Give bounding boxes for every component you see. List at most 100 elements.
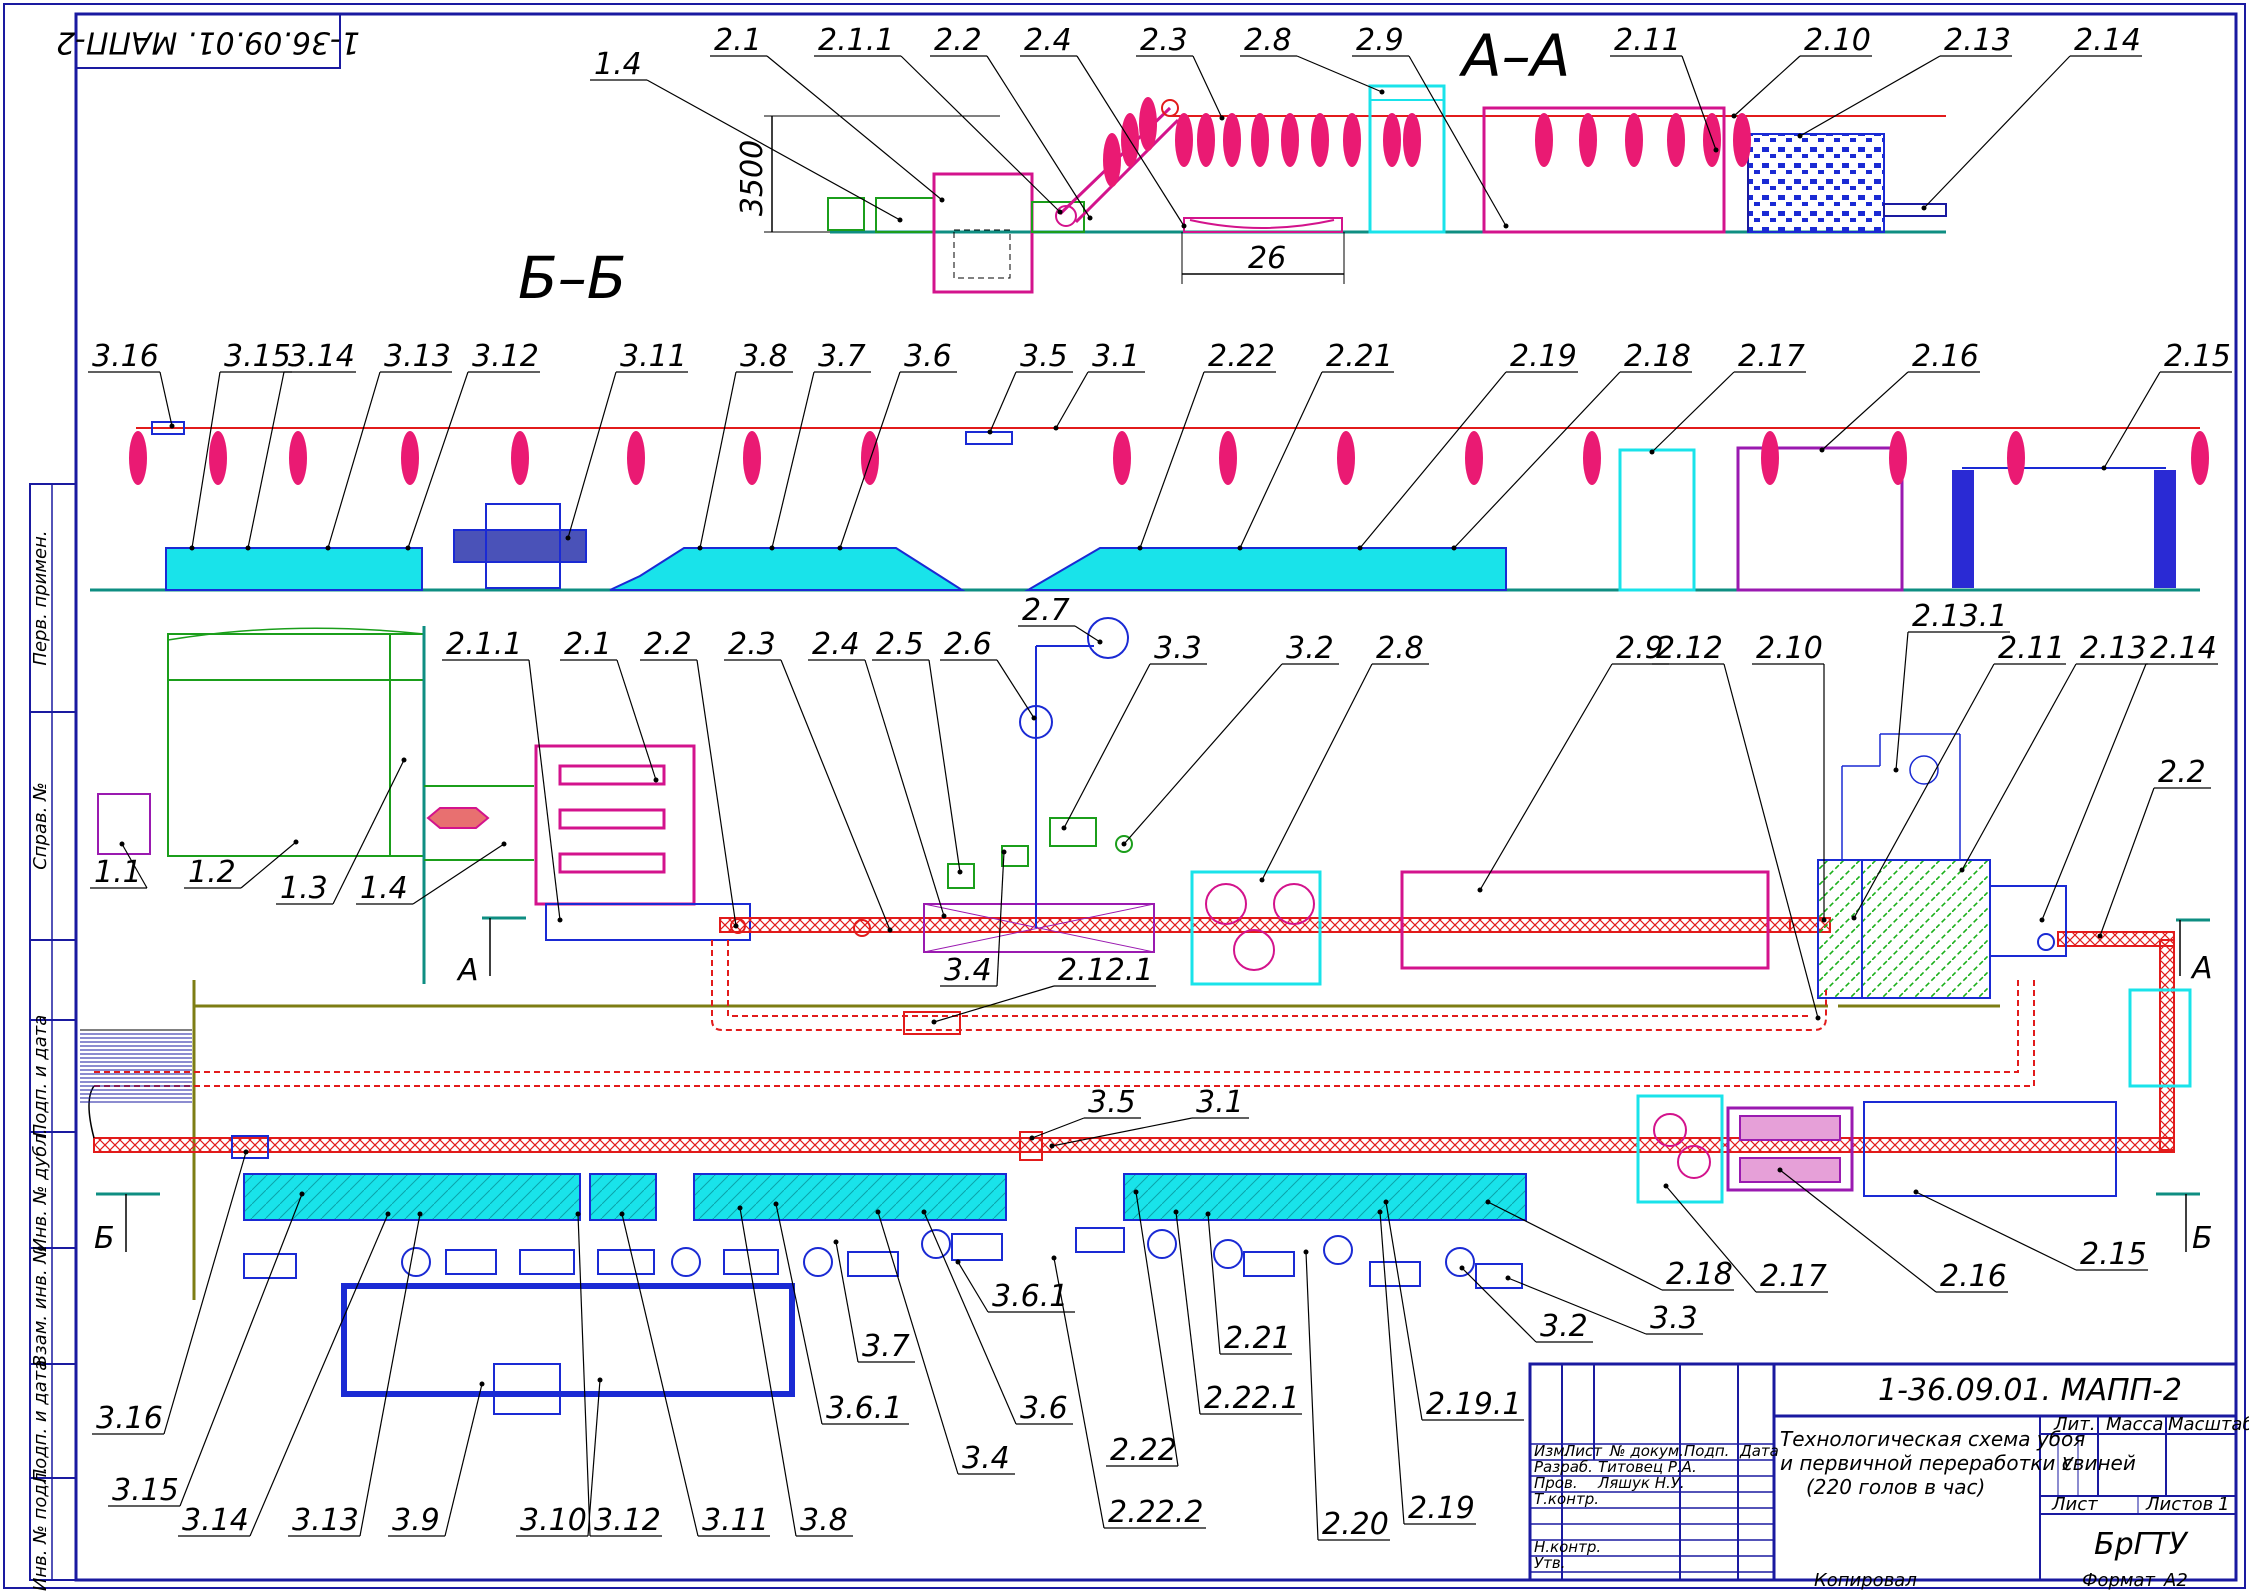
position-label-2-15: 2.15 xyxy=(2080,1237,2147,1272)
position-label-2-3: 2.3 xyxy=(728,627,776,662)
leader-dot xyxy=(245,545,251,551)
stamp-1: Справ. № xyxy=(30,782,51,870)
tb-code: 1-36.09.01. МАПП-2 xyxy=(1878,1373,2182,1408)
leader-dot xyxy=(733,923,739,929)
equipment-box xyxy=(1369,1261,1421,1287)
position-label-2-16: 2.16 xyxy=(1940,1259,2007,1294)
leader-dot xyxy=(501,841,507,847)
equipment-circle xyxy=(1323,1235,1353,1265)
leader-line xyxy=(1123,663,1283,845)
leader-line xyxy=(1261,663,1373,881)
leader-line xyxy=(621,1213,699,1537)
leader-dot xyxy=(1663,1183,1669,1189)
leader-line xyxy=(989,371,1017,433)
carcass-icon xyxy=(1889,431,1907,485)
leader-line xyxy=(163,1151,247,1435)
leader-dot xyxy=(1451,545,1457,551)
position-label-2-21: 2.21 xyxy=(1224,1321,1291,1356)
leader-dot xyxy=(833,1239,839,1245)
position-label-3-13: 3.13 xyxy=(292,1503,359,1538)
leader-dot xyxy=(1819,447,1825,453)
position-label-2-22-1: 2.22.1 xyxy=(1204,1381,1299,1416)
leader-line xyxy=(1076,55,1185,227)
leader-line xyxy=(1379,1211,1405,1525)
carcass-icon xyxy=(1223,113,1241,167)
leader-line xyxy=(359,1213,421,1537)
position-label-2-1: 2.1 xyxy=(564,627,612,662)
leader-dot xyxy=(1959,867,1965,873)
leader-line xyxy=(2099,787,2155,937)
section-aa-title: А–А xyxy=(1458,22,1570,90)
section-aa: А–А 3500 26 xyxy=(735,22,1947,294)
leader-line xyxy=(646,79,901,221)
stamp-2: Подп. и дата xyxy=(30,1015,51,1138)
leader-line xyxy=(159,371,173,427)
side-stamp: Перв. примен. Справ. № Подп. и дата Инв.… xyxy=(29,483,77,1591)
leader-line xyxy=(1175,1211,1201,1415)
position-label-3-2: 3.2 xyxy=(1286,631,1334,666)
leader-dot xyxy=(1485,1199,1491,1205)
leader-dot xyxy=(2101,465,2107,471)
leader-line xyxy=(1055,371,1089,429)
leader-dot xyxy=(875,1209,881,1215)
process-drawing: 1-36.09.01. МАПП-2 Перв. примен. Справ. … xyxy=(3,3,2249,1591)
inner-frame xyxy=(74,12,2238,1582)
position-label-3-6: 3.6 xyxy=(1020,1391,1068,1426)
leader-line xyxy=(327,371,381,549)
carcass-icon xyxy=(1403,113,1421,167)
position-label-2-12-1: 2.12.1 xyxy=(1058,953,1153,988)
position-label-2-19: 2.19 xyxy=(1408,1491,1475,1526)
leader-dot xyxy=(1477,887,1483,893)
position-label-2-16: 2.16 xyxy=(1912,339,1979,374)
leader-dot xyxy=(243,1149,249,1155)
cut-a-left: А xyxy=(456,953,479,988)
position-label-2-11: 2.11 xyxy=(1998,631,2065,666)
leader-line xyxy=(179,1193,303,1507)
tb-col-head: Дата xyxy=(1739,1442,1779,1460)
position-label-1-4: 1.4 xyxy=(594,47,642,82)
leader-line xyxy=(1681,55,1717,151)
position-label-2-17: 2.17 xyxy=(1738,339,1805,374)
leader-dot xyxy=(1181,223,1187,229)
tb-lit-value: У xyxy=(2062,1454,2074,1475)
position-label-2-20: 2.20 xyxy=(1322,1507,1389,1542)
leader-dot xyxy=(773,1201,779,1207)
leader-dot xyxy=(1713,147,1719,153)
leader-line xyxy=(1487,1201,1663,1291)
leader-dot xyxy=(385,1211,391,1217)
leader-line xyxy=(1192,55,1223,119)
tb-lit: Лит. xyxy=(2053,1414,2095,1435)
stamp-6: Инв. № подл. xyxy=(30,1467,51,1591)
leader-line xyxy=(1063,663,1151,829)
leader-line xyxy=(247,371,285,549)
position-label-3-14: 3.14 xyxy=(288,339,355,374)
position-label-2-12: 2.12 xyxy=(1656,631,1723,666)
tb-title-2: и первичной переработки свиней xyxy=(1780,1451,2136,1475)
tb-sheets-value: 1 xyxy=(2218,1494,2229,1515)
cut-b-left: Б xyxy=(94,1221,115,1256)
leader-dot xyxy=(1087,215,1093,221)
leader-line xyxy=(699,371,737,549)
leader-dot xyxy=(1921,205,1927,211)
leader-line xyxy=(1479,663,1613,891)
leader-dot xyxy=(1797,133,1803,139)
leader-dot xyxy=(293,839,299,845)
leader-line xyxy=(444,1383,483,1537)
equipment-circle xyxy=(921,1229,951,1259)
leader-line xyxy=(1139,371,1205,549)
tb-sheet: Лист xyxy=(2051,1494,2098,1515)
leader-line xyxy=(616,659,657,781)
leader-dot xyxy=(575,1211,581,1217)
position-label-1-3: 1.3 xyxy=(280,871,328,906)
carcass-icon xyxy=(209,431,227,485)
carcass-icon xyxy=(1535,113,1553,167)
leader-dot xyxy=(1061,825,1067,831)
position-label-3-12: 3.12 xyxy=(594,1503,661,1538)
leader-line xyxy=(1296,55,1383,93)
leader-line xyxy=(839,371,901,549)
leader-line xyxy=(928,659,961,873)
leader-line xyxy=(412,843,505,905)
equipment-box xyxy=(1475,1263,1523,1289)
position-label-3-11: 3.11 xyxy=(620,339,687,374)
position-label-2-4: 2.4 xyxy=(1024,23,1072,58)
